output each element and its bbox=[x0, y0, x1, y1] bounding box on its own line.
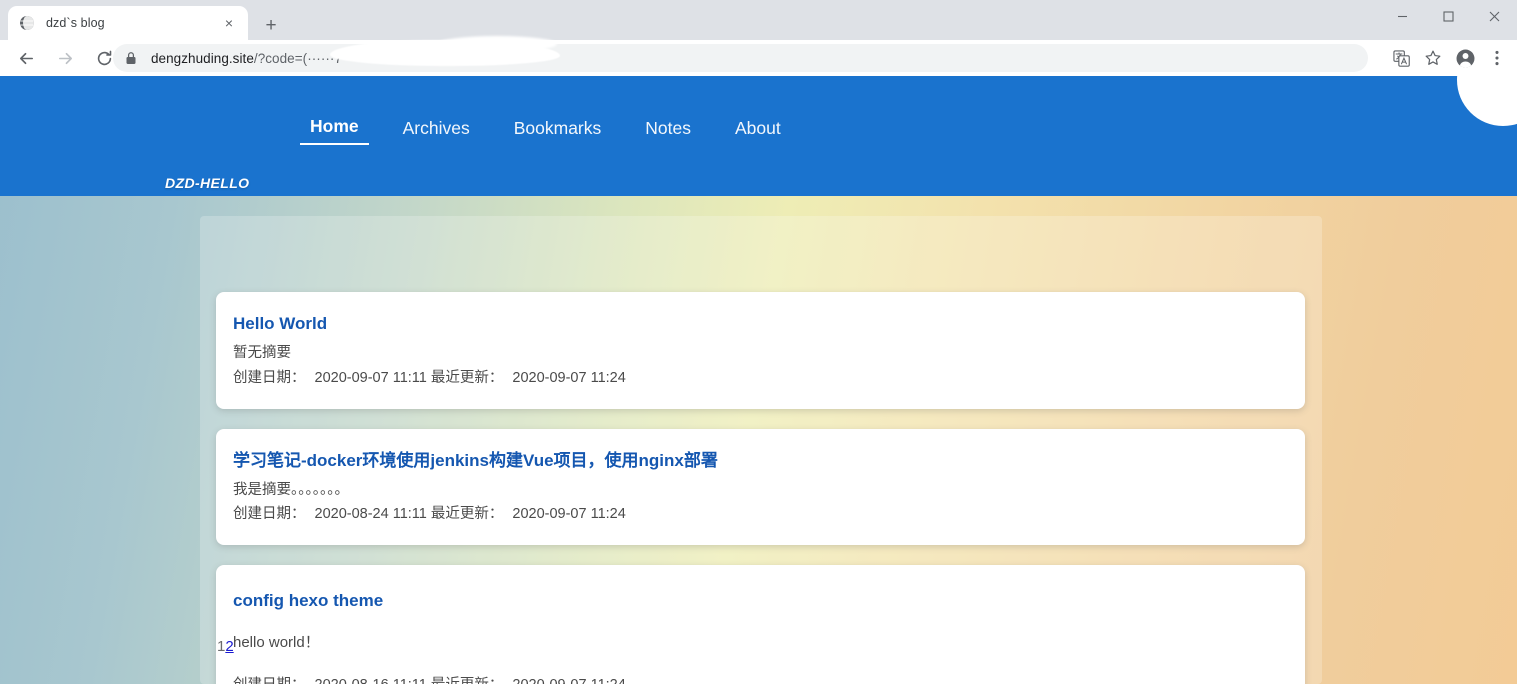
url-redaction-mark-secondary bbox=[437, 36, 557, 52]
post-summary: hello world！ bbox=[233, 634, 320, 652]
web-page: Home Archives Bookmarks Notes About DZD-… bbox=[0, 76, 1517, 684]
created-value: 2020-09-07 11:11 bbox=[314, 369, 427, 386]
pagination-next[interactable]: 2 bbox=[225, 638, 233, 655]
url-path: /?code=( bbox=[253, 50, 308, 66]
post-card[interactable]: Hello World 暂无摘要 创建日期： 2020-09-07 11:11 最… bbox=[216, 292, 1305, 409]
browser-chrome: dzd`s blog × + dengzhuding.site/?code=(·… bbox=[0, 0, 1517, 76]
tab-strip: dzd`s blog × + bbox=[0, 0, 1517, 40]
forward-icon[interactable] bbox=[48, 41, 82, 75]
browser-toolbar: dengzhuding.site/?code=(······7 bbox=[0, 40, 1517, 76]
post-summary: 我是摘要。。。。。。。 bbox=[233, 481, 349, 498]
nav-item-about[interactable]: About bbox=[725, 118, 791, 145]
back-icon[interactable] bbox=[9, 41, 43, 75]
post-meta: 创建日期： 2020-08-24 11:11 最近更新： 2020-09-07 11… bbox=[233, 505, 1305, 525]
post-summary: 暂无摘要 bbox=[233, 345, 291, 362]
minimize-icon[interactable] bbox=[1379, 0, 1425, 32]
tab-title: dzd`s blog bbox=[46, 16, 105, 30]
site-navigation: Home Archives Bookmarks Notes About bbox=[300, 116, 815, 145]
post-card[interactable]: 学习笔记-docker环境使用jenkins构建Vue项目，使用nginx部署 … bbox=[216, 428, 1305, 546]
window-close-icon[interactable] bbox=[1471, 0, 1517, 32]
post-title[interactable]: config hexo theme bbox=[233, 591, 1305, 611]
post-card[interactable]: config hexo theme hello world！ 创建日期： 2020… bbox=[216, 565, 1305, 684]
nav-item-notes[interactable]: Notes bbox=[635, 118, 701, 145]
post-meta: 创建日期： 2020-08-16 11:11 最近更新： 2020-09-07 11… bbox=[233, 676, 1305, 684]
updated-value: 2020-09-07 11:24 bbox=[512, 506, 626, 523]
address-bar[interactable]: dengzhuding.site/?code=(······7 bbox=[113, 44, 1368, 72]
close-icon[interactable]: × bbox=[220, 14, 238, 32]
url-input[interactable]: dengzhuding.site/?code=(······7 bbox=[151, 51, 342, 66]
translate-icon[interactable] bbox=[1385, 42, 1417, 74]
window-controls bbox=[1379, 0, 1517, 32]
created-value: 2020-08-24 11:11 bbox=[314, 506, 427, 523]
post-title[interactable]: 学习笔记-docker环境使用jenkins构建Vue项目，使用nginx部署 bbox=[233, 451, 1305, 471]
post-meta: 创建日期： 2020-09-07 11:11 最近更新： 2020-09-07 11… bbox=[233, 369, 1305, 389]
updated-label: 最近更新： bbox=[431, 677, 504, 684]
created-label: 创建日期： bbox=[233, 506, 306, 523]
nav-item-archives[interactable]: Archives bbox=[393, 118, 480, 145]
browser-tab[interactable]: dzd`s blog × bbox=[8, 6, 248, 40]
profile-avatar-icon[interactable] bbox=[1449, 42, 1481, 74]
post-title[interactable]: Hello World bbox=[233, 314, 1305, 334]
created-value: 2020-08-16 11:11 bbox=[315, 677, 427, 684]
created-label: 创建日期： bbox=[233, 677, 306, 684]
created-label: 创建日期： bbox=[233, 369, 306, 386]
updated-value: 2020-09-07 11:24 bbox=[512, 369, 626, 386]
maximize-icon[interactable] bbox=[1425, 0, 1471, 32]
site-header: Home Archives Bookmarks Notes About DZD-… bbox=[0, 76, 1517, 196]
post-list: Hello World 暂无摘要 创建日期： 2020-09-07 11:11 最… bbox=[216, 292, 1305, 684]
updated-label: 最近更新： bbox=[430, 369, 504, 386]
url-host: dengzhuding.site bbox=[151, 50, 254, 66]
lock-icon bbox=[125, 51, 139, 65]
three-dot-menu-icon[interactable] bbox=[1481, 42, 1513, 74]
site-brand: DZD-HELLO bbox=[165, 175, 250, 191]
content-container: Hello World 暂无摘要 创建日期： 2020-09-07 11:11 最… bbox=[200, 216, 1322, 684]
updated-label: 最近更新： bbox=[430, 506, 504, 523]
pagination: 12 bbox=[217, 638, 234, 655]
nav-item-home[interactable]: Home bbox=[300, 116, 369, 145]
star-icon[interactable] bbox=[1417, 42, 1449, 74]
updated-value: 2020-09-07 11:24 bbox=[512, 677, 625, 684]
nav-item-bookmarks[interactable]: Bookmarks bbox=[504, 118, 612, 145]
toolbar-actions bbox=[1385, 42, 1513, 74]
new-tab-button[interactable]: + bbox=[257, 11, 285, 39]
decorative-circle bbox=[1457, 76, 1517, 126]
globe-icon bbox=[18, 15, 35, 32]
